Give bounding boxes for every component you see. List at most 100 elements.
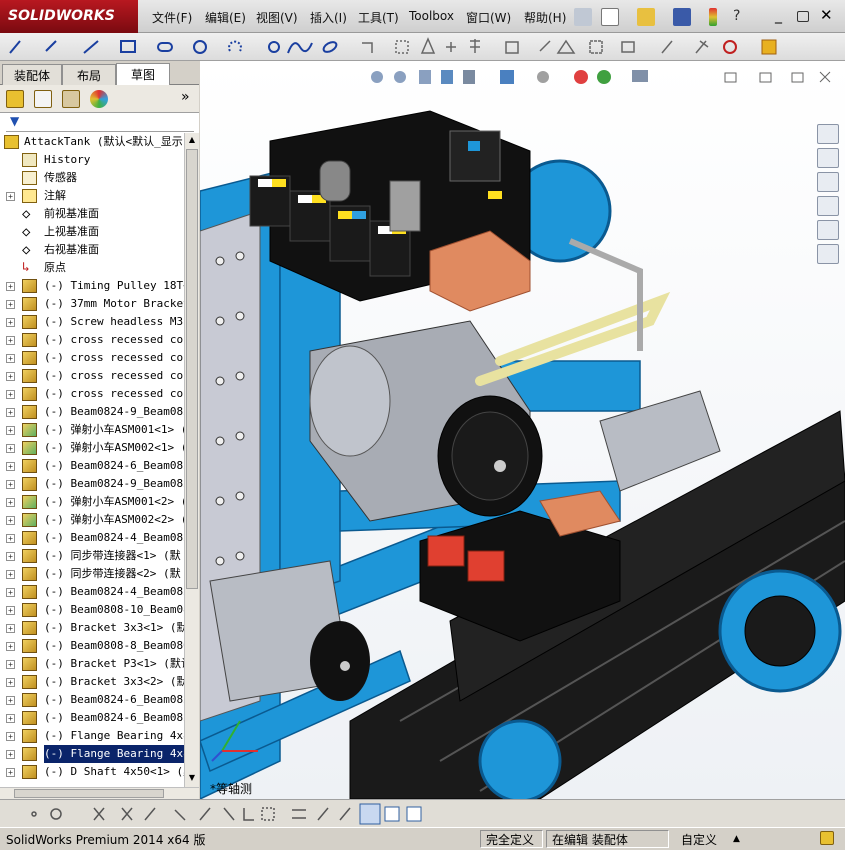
tree-item[interactable]: + (-) Beam0824-6_Beam0824 — [0, 691, 184, 709]
tree-item[interactable]: + (-) 同步带连接器<2> (默 — [0, 565, 184, 583]
tree-item[interactable]: + (-) cross recessed coun — [0, 367, 184, 385]
expand-icon[interactable]: + — [6, 462, 15, 471]
scroll-thumb[interactable] — [186, 149, 198, 589]
expand-icon[interactable]: + — [6, 534, 15, 543]
expand-icon[interactable]: + — [6, 480, 15, 489]
design-library-icon[interactable] — [817, 148, 839, 168]
tree-item[interactable]: + (-) Beam0824-6_Beam0824 — [0, 457, 184, 475]
tree-horizontal-scrollbar[interactable] — [0, 787, 199, 799]
resources-icon[interactable] — [817, 124, 839, 144]
tree-item[interactable]: ◇ 前视基准面 — [0, 205, 184, 223]
tab-layout[interactable]: 布局 — [62, 64, 116, 85]
maximize-icon[interactable] — [797, 11, 809, 22]
tree-item[interactable]: + (-) cross recessed coun — [0, 385, 184, 403]
tree-item[interactable]: + (-) 弹射小车ASM002<2> ( — [0, 511, 184, 529]
expand-icon[interactable]: + — [6, 408, 15, 417]
expand-icon[interactable]: + — [6, 318, 15, 327]
expand-icon[interactable]: + — [6, 516, 15, 525]
tree-item[interactable]: + (-) Beam0808-8_Beam0808 — [0, 637, 184, 655]
tree-root[interactable]: AttackTank (默认<默认_显示 — [0, 133, 184, 151]
tree-item[interactable]: + (-) Bracket 3x3<1> (默认 — [0, 619, 184, 637]
tab-assembly[interactable]: 装配体 — [2, 64, 62, 85]
tree-item[interactable]: ◇ 右视基准面 — [0, 241, 184, 259]
menu-toolbox[interactable]: Toolbox — [409, 9, 454, 23]
tree-item[interactable]: + 注解 — [0, 187, 184, 205]
menu-insert[interactable]: 插入(I) — [310, 9, 347, 26]
scroll-down-icon[interactable]: ▼ — [186, 773, 198, 785]
menu-window[interactable]: 窗口(W) — [466, 9, 511, 26]
expand-icon[interactable]: + — [6, 606, 15, 615]
expand-icon[interactable]: + — [6, 354, 15, 363]
expand-icon[interactable]: + — [6, 678, 15, 687]
featuremanager-icon[interactable] — [6, 90, 24, 108]
expand-icon[interactable]: + — [6, 624, 15, 633]
tree-item[interactable]: ↳ 原点 — [0, 259, 184, 277]
view-tools[interactable] — [0, 800, 845, 828]
units-dropdown-icon[interactable]: ▲ — [733, 834, 740, 844]
scroll-up-icon[interactable]: ▲ — [186, 135, 198, 147]
expand-icon[interactable]: + — [6, 192, 15, 201]
displaymanager-icon[interactable] — [90, 90, 108, 108]
rebuild-icon[interactable] — [709, 8, 717, 26]
expand-icon[interactable]: + — [6, 282, 15, 291]
view-palette-icon[interactable] — [817, 196, 839, 216]
filter-icon[interactable]: ▼ — [10, 114, 19, 128]
propertymanager-icon[interactable] — [34, 90, 52, 108]
expand-icon[interactable]: + — [6, 372, 15, 381]
tree-item[interactable]: + (-) Timing Pulley 18T<1 — [0, 277, 184, 295]
tree-item[interactable]: + (-) Bracket P3<1> (默认 — [0, 655, 184, 673]
graphics-area[interactable]: *等轴测 — [200, 61, 845, 799]
tree-item[interactable]: + (-) Beam0824-9_Beam0824 — [0, 475, 184, 493]
tree-item[interactable]: + (-) Beam0824-4_Beam0824 — [0, 529, 184, 547]
expand-icon[interactable]: + — [6, 336, 15, 345]
save-icon[interactable] — [673, 8, 691, 26]
tree-item[interactable]: + (-) 弹射小车ASM002<1> ( — [0, 439, 184, 457]
menu-view[interactable]: 视图(V) — [256, 9, 298, 26]
expand-icon[interactable]: + — [6, 426, 15, 435]
expand-icon[interactable]: + — [6, 498, 15, 507]
expand-icon[interactable]: + — [6, 642, 15, 651]
menu-tools[interactable]: 工具(T) — [358, 9, 399, 26]
tree-item[interactable]: 传感器 — [0, 169, 184, 187]
expand-icon[interactable]: + — [6, 570, 15, 579]
expand-icon[interactable]: + — [6, 390, 15, 399]
tree-item[interactable]: + (-) 同步带连接器<1> (默 — [0, 547, 184, 565]
expand-icon[interactable]: + — [6, 300, 15, 309]
tree-item[interactable]: + (-) Beam0824-4_Beam0824 — [0, 583, 184, 601]
hscroll-thumb[interactable] — [14, 789, 164, 798]
tree-item[interactable]: + (-) Flange Bearing 4x8x — [0, 744, 184, 764]
tree-vertical-scrollbar[interactable]: ▲ ▼ — [184, 133, 199, 787]
status-units[interactable]: 自定义 — [681, 831, 717, 848]
tree-item[interactable]: + (-) 37mm Motor Bracket — [0, 295, 184, 313]
app-logo[interactable]: SOLIDWORKS — [0, 0, 138, 33]
model-view[interactable]: *等轴测 — [200, 61, 845, 799]
tree-item[interactable]: + (-) Beam0808-10_Beam080 — [0, 601, 184, 619]
menu-help[interactable]: 帮助(H) — [524, 9, 566, 26]
tag-icon[interactable] — [820, 831, 834, 845]
pin-icon[interactable] — [574, 8, 592, 26]
custom-properties-icon[interactable] — [817, 244, 839, 264]
help-icon[interactable]: ? — [733, 8, 751, 26]
expand-icon[interactable]: + — [6, 660, 15, 669]
tree-item[interactable]: + (-) Screw headless M3× — [0, 313, 184, 331]
expand-pane-icon[interactable]: » — [181, 89, 190, 105]
tree-item[interactable]: + (-) Beam0824-9_Beam0824 — [0, 403, 184, 421]
menu-edit[interactable]: 编辑(E) — [205, 9, 246, 26]
tree-item[interactable]: + (-) cross recessed coun — [0, 349, 184, 367]
expand-icon[interactable]: + — [6, 444, 15, 453]
expand-icon[interactable]: + — [6, 552, 15, 561]
expand-icon[interactable]: + — [6, 732, 15, 741]
tree-item[interactable]: + (-) D Shaft 4x50<1> (默 — [0, 763, 184, 781]
expand-icon[interactable]: + — [6, 696, 15, 705]
menu-file[interactable]: 文件(F) — [152, 9, 192, 26]
minimize-icon[interactable]: _ — [775, 8, 793, 26]
tree-item[interactable]: History — [0, 151, 184, 169]
tree-item[interactable]: ◇ 上视基准面 — [0, 223, 184, 241]
sketch-tools[interactable] — [0, 33, 845, 61]
new-document-icon[interactable] — [601, 8, 619, 26]
configurationmanager-icon[interactable] — [62, 90, 80, 108]
tree-filter[interactable]: ▼ — [0, 113, 199, 133]
expand-icon[interactable]: + — [6, 588, 15, 597]
file-explorer-icon[interactable] — [817, 172, 839, 192]
tree-item[interactable]: + (-) 弹射小车ASM001<1> ( — [0, 421, 184, 439]
